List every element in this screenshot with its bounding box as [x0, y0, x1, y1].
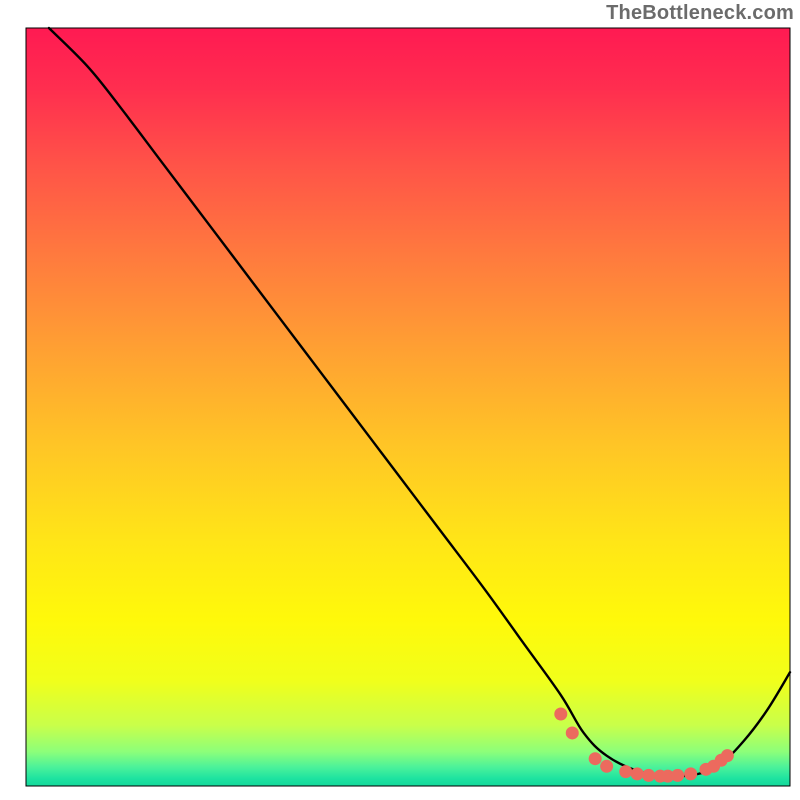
marker-dot [589, 752, 602, 765]
marker-dot [721, 749, 734, 762]
marker-dot [642, 769, 655, 782]
marker-dot [671, 769, 684, 782]
marker-dot [619, 765, 632, 778]
marker-dot [684, 767, 697, 780]
plot-background [26, 28, 790, 786]
marker-dot [566, 726, 579, 739]
marker-dot [631, 767, 644, 780]
marker-dot [554, 707, 567, 720]
bottleneck-chart [0, 0, 800, 800]
chart-container: TheBottleneck.com [0, 0, 800, 800]
watermark-label: TheBottleneck.com [606, 2, 794, 25]
marker-dot [600, 760, 613, 773]
